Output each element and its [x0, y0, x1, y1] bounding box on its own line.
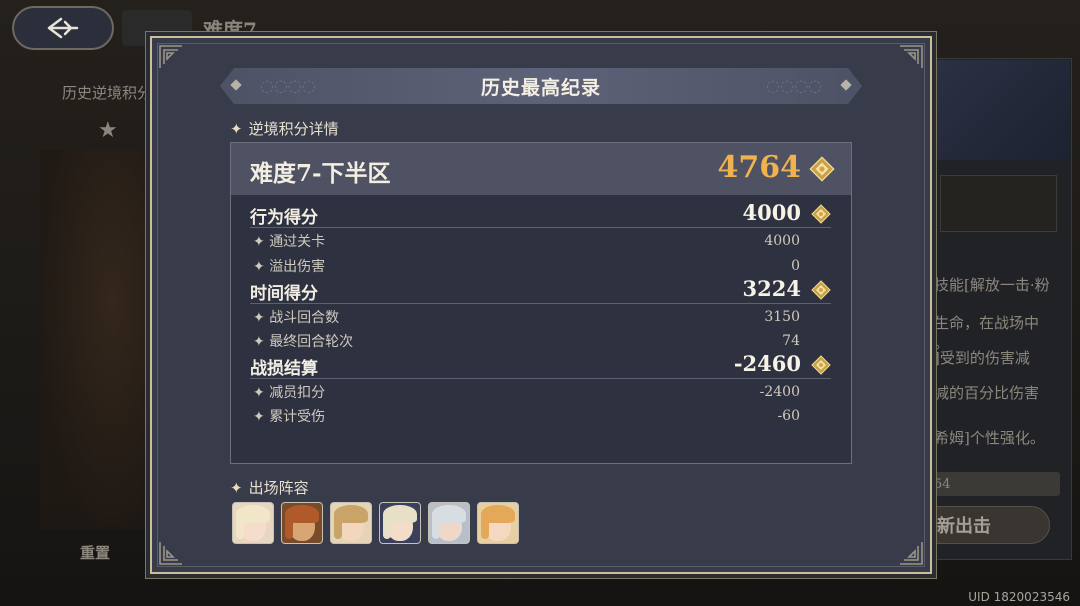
avatar-hair-side	[334, 513, 342, 539]
score-item-label: ✦ 战斗回合数	[253, 310, 340, 326]
character-avatar[interactable]	[330, 502, 372, 544]
avatar-hair-side	[383, 513, 391, 539]
modal-title: 历史最高纪录	[480, 76, 601, 99]
section-lineup-header: ✦ 出场阵容	[230, 477, 309, 498]
score-group-row: 时间得分 3224	[250, 276, 831, 304]
right-panel-box	[940, 175, 1057, 232]
score-group-label: 行为得分	[250, 208, 318, 228]
character-avatar[interactable]	[477, 502, 519, 544]
record-modal: ◌◌◌◌ 历史最高纪录 ◌◌◌◌ ✦ 逆境积分详情 难度7-下半区 4764 行…	[150, 36, 932, 574]
corner-ornament-icon	[158, 44, 184, 70]
start-battle-button[interactable]: 新出击	[930, 506, 1050, 544]
score-item-label: ✦ 最终回合轮次	[253, 334, 354, 350]
score-item-label: ✦ 溢出伤害	[253, 259, 326, 275]
score-item-row: ✦ 累计受伤 -60	[250, 406, 831, 430]
sparkle-icon: ✦	[230, 119, 243, 138]
score-item-value: 4000	[764, 233, 800, 249]
diamond-gem-icon	[809, 156, 835, 182]
score-item-label-text: 通过关卡	[269, 234, 326, 250]
score-item-label-text: 战斗回合数	[269, 310, 340, 326]
modal-title-bar: ◌◌◌◌ 历史最高纪录 ◌◌◌◌	[220, 68, 862, 104]
swirl-ornament-icon: ◌◌◌◌	[766, 76, 822, 95]
difficulty-label: 难度7-下半区	[250, 160, 391, 187]
back-button[interactable]	[12, 6, 114, 50]
score-item-label-text: 累计受伤	[269, 409, 326, 425]
desc-line: 生命，在战场中	[934, 314, 1040, 332]
section-lineup-label: 出场阵容	[248, 479, 309, 497]
score-strip: 54	[932, 472, 1060, 496]
score-item-label: ✦ 减员扣分	[253, 385, 326, 401]
score-item-label-text: 溢出伤害	[269, 259, 326, 275]
score-group-row: 战损结算 -2460	[250, 351, 831, 379]
score-item-label-text: 减员扣分	[269, 385, 326, 401]
section-detail-label: 逆境积分详情	[248, 120, 339, 138]
section-detail-header: ✦ 逆境积分详情	[230, 118, 339, 139]
score-item-value: -60	[777, 408, 800, 424]
score-group-value: 3224	[742, 276, 801, 301]
desc-line: 希姆]个性强化。	[934, 429, 1045, 447]
avatar-hair-side	[285, 513, 293, 539]
avatar-hair-side	[236, 513, 244, 539]
diamond-gem-icon	[811, 280, 831, 300]
sparkle-icon: ✦	[230, 478, 243, 497]
diamond-gem-icon	[811, 355, 831, 375]
score-group-label: 时间得分	[250, 284, 318, 304]
diamond-gem-icon	[811, 204, 831, 224]
score-item-row: ✦ 通过关卡 4000	[250, 231, 831, 255]
score-group-value: 4000	[742, 200, 801, 225]
character-avatar[interactable]	[232, 502, 274, 544]
desc-line: 减的百分比伤害	[934, 384, 1040, 402]
back-arrow-icon	[47, 17, 79, 39]
character-avatar[interactable]	[379, 502, 421, 544]
reset-button[interactable]: 重置	[80, 542, 110, 563]
corner-ornament-icon	[898, 44, 924, 70]
diamond-ornament-icon	[840, 79, 851, 90]
total-score: 4764	[717, 150, 802, 185]
star-icon: ★	[98, 118, 118, 143]
score-group-label: 战损结算	[250, 359, 318, 379]
avatar-hair-side	[481, 513, 489, 539]
score-item-row: ✦ 减员扣分 -2400	[250, 382, 831, 406]
score-item-value: 74	[782, 333, 800, 349]
score-item-row: ✦ 战斗回合数 3150	[250, 307, 831, 331]
score-group-value: -2460	[733, 351, 801, 376]
score-detail-card: 难度7-下半区 4764 行为得分 4000 ✦ 通过关卡 4000 ✦ 溢出伤…	[230, 142, 852, 464]
uid-label: UID 1820023546	[968, 590, 1070, 604]
swirl-ornament-icon: ◌◌◌◌	[260, 76, 316, 95]
desc-line: 技能[解放一击·粉	[934, 276, 1050, 294]
card-header: 难度7-下半区 4764	[231, 143, 851, 195]
background-art	[40, 150, 160, 530]
score-item-value: 0	[791, 258, 800, 274]
score-item-value: 3150	[764, 309, 800, 325]
score-group-row: 行为得分 4000	[250, 200, 831, 228]
score-item-label: ✦ 累计受伤	[253, 409, 326, 425]
avatar-hair-side	[432, 513, 440, 539]
diamond-ornament-icon	[230, 79, 241, 90]
score-item-label-text: 最终回合轮次	[269, 334, 354, 350]
score-item-value: -2400	[759, 384, 800, 400]
desc-line: ]受到的伤害减	[934, 349, 1030, 367]
score-item-label: ✦ 通过关卡	[253, 234, 326, 250]
right-panel-image	[935, 60, 1070, 160]
score-strip-text: 54	[934, 476, 951, 492]
corner-ornament-icon	[158, 540, 184, 566]
lineup-row	[232, 502, 519, 544]
character-avatar[interactable]	[281, 502, 323, 544]
character-avatar[interactable]	[428, 502, 470, 544]
history-score-label: 历史逆境积分	[62, 84, 153, 102]
corner-ornament-icon	[898, 540, 924, 566]
